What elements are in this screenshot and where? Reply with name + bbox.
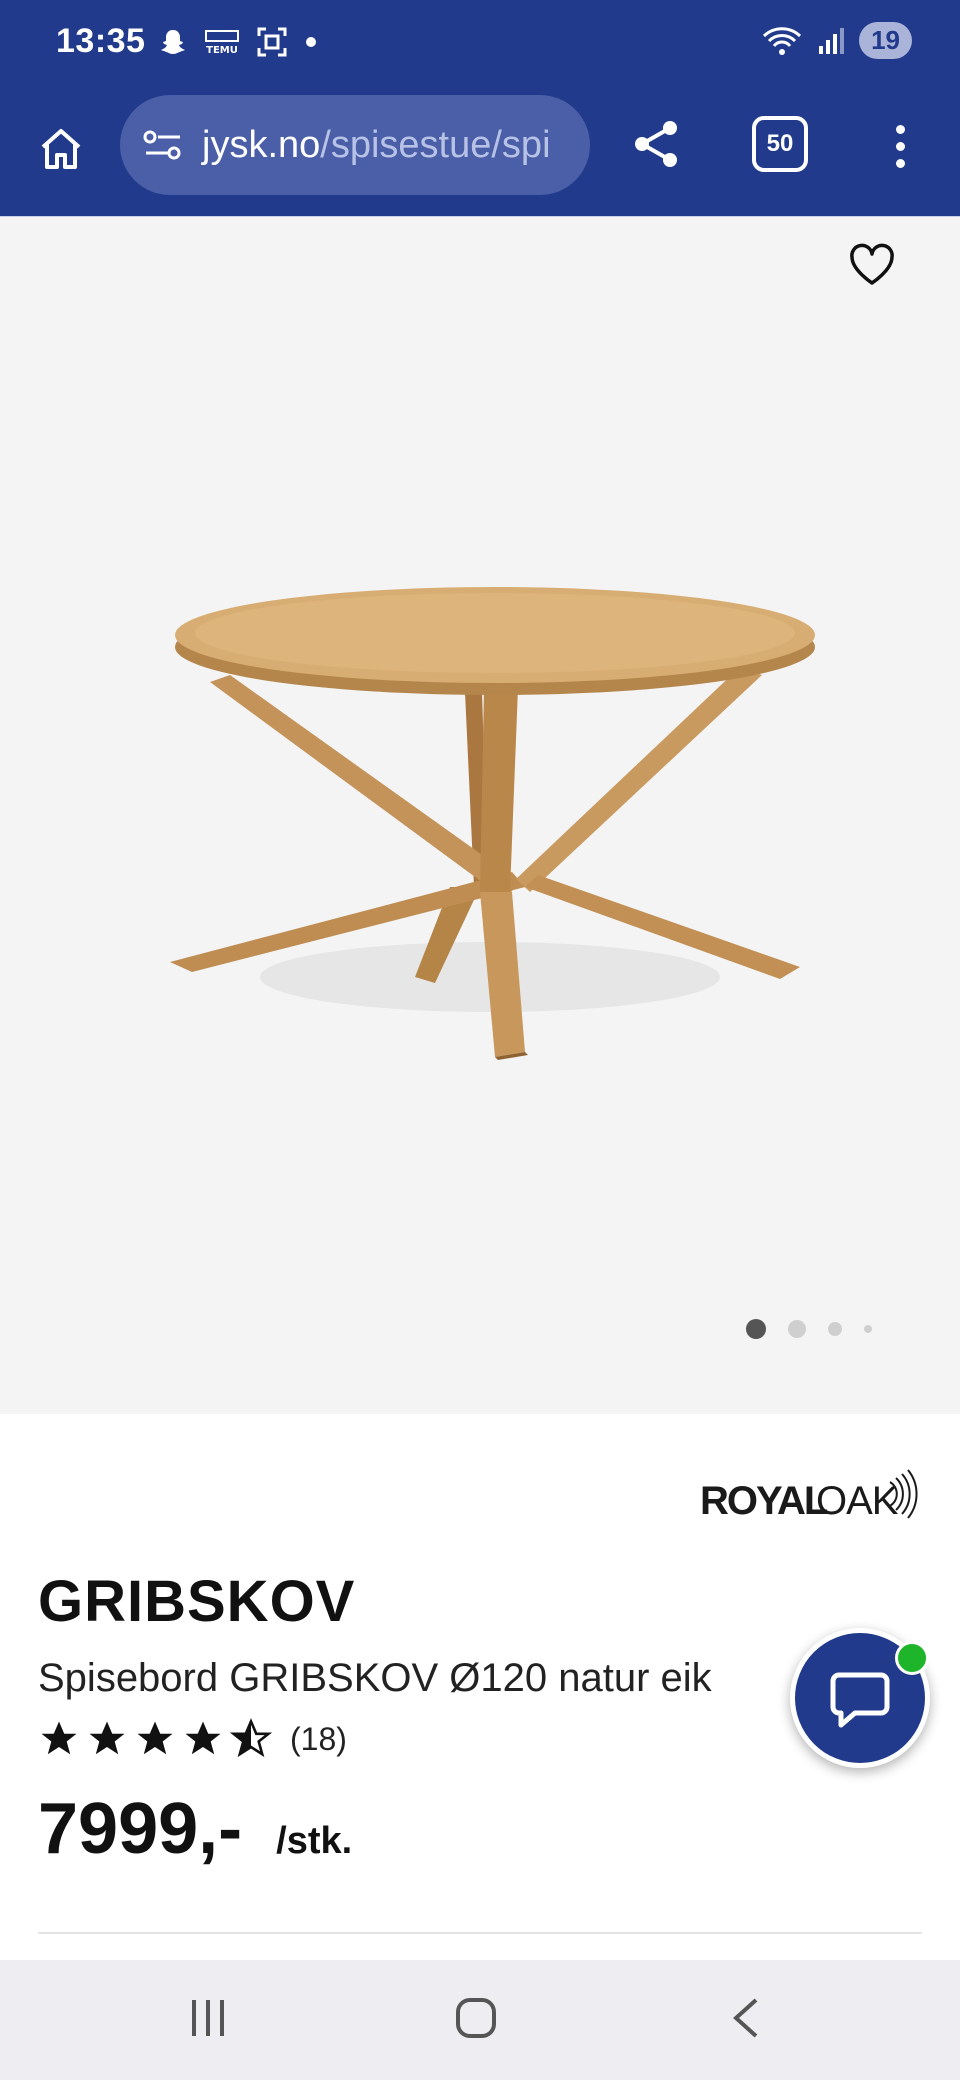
snapchat-icon bbox=[161, 30, 185, 54]
star-icon bbox=[137, 1721, 173, 1755]
recent-apps-icon[interactable] bbox=[188, 1996, 228, 2040]
browser-toolbar: jysk.no/spisestue/spi 50 bbox=[0, 90, 960, 216]
status-bar: 13:35 TEMU 19 bbox=[0, 0, 960, 90]
chat-bubble-icon bbox=[830, 1672, 890, 1728]
more-menu-button[interactable] bbox=[880, 114, 920, 178]
divider bbox=[38, 1932, 922, 1934]
price-unit: /stk. bbox=[276, 1820, 353, 1862]
back-icon[interactable] bbox=[728, 1996, 764, 2040]
carousel-dot[interactable] bbox=[864, 1325, 872, 1333]
wifi-icon bbox=[763, 26, 802, 55]
site-settings-icon[interactable] bbox=[142, 127, 184, 163]
url-text[interactable]: jysk.no/spisestue/spi bbox=[202, 124, 551, 167]
online-status-badge bbox=[895, 1641, 929, 1675]
star-icon bbox=[185, 1721, 221, 1755]
home-button[interactable] bbox=[30, 118, 92, 180]
home-nav-icon[interactable] bbox=[454, 1996, 498, 2040]
price-row: 7999,- /stk. bbox=[38, 1788, 352, 1870]
rating-count: (18) bbox=[290, 1720, 347, 1757]
carousel-dot[interactable] bbox=[788, 1320, 806, 1338]
product-description: Spisebord GRIBSKOV Ø120 natur eik bbox=[38, 1656, 712, 1700]
star-icon bbox=[89, 1721, 125, 1755]
carousel-dot[interactable] bbox=[828, 1322, 842, 1336]
system-icons: 19 bbox=[761, 22, 912, 59]
product-image-carousel[interactable] bbox=[0, 216, 960, 1414]
product-rating[interactable]: (18) bbox=[38, 1718, 347, 1760]
product-price: 7999,- bbox=[38, 1789, 243, 1869]
brand-logo: ROYAL OAK bbox=[700, 1469, 918, 1523]
system-navigation-bar bbox=[0, 1960, 960, 2080]
svg-text:ROYAL: ROYAL bbox=[700, 1479, 828, 1523]
tab-switcher-button[interactable]: 50 bbox=[752, 116, 808, 172]
notification-icons: TEMU bbox=[158, 26, 318, 58]
url-host: jysk.no bbox=[202, 123, 321, 166]
url-bar[interactable]: jysk.no/spisestue/spi bbox=[120, 95, 590, 195]
svg-text:OAK: OAK bbox=[816, 1479, 899, 1523]
product-image bbox=[170, 587, 815, 1060]
star-icon bbox=[41, 1721, 77, 1755]
battery-icon: 19 bbox=[859, 22, 912, 59]
screenshot-icon bbox=[257, 27, 287, 57]
carousel-indicator bbox=[746, 1319, 872, 1339]
temu-icon: TEMU bbox=[205, 30, 239, 56]
svg-text:TEMU: TEMU bbox=[206, 45, 238, 56]
half-star-icon bbox=[230, 1718, 272, 1758]
chat-button[interactable] bbox=[790, 1628, 930, 1768]
share-button[interactable] bbox=[626, 114, 686, 174]
favorite-heart-icon[interactable] bbox=[846, 239, 898, 291]
product-title: GRIBSKOV bbox=[38, 1569, 356, 1634]
carousel-dot[interactable] bbox=[746, 1319, 766, 1339]
dot-icon bbox=[306, 37, 316, 47]
home-icon bbox=[41, 129, 81, 169]
share-icon bbox=[635, 121, 677, 167]
signal-icon bbox=[819, 27, 845, 54]
url-path: /spisestue/spi bbox=[320, 123, 551, 166]
status-time: 13:35 bbox=[56, 22, 146, 60]
